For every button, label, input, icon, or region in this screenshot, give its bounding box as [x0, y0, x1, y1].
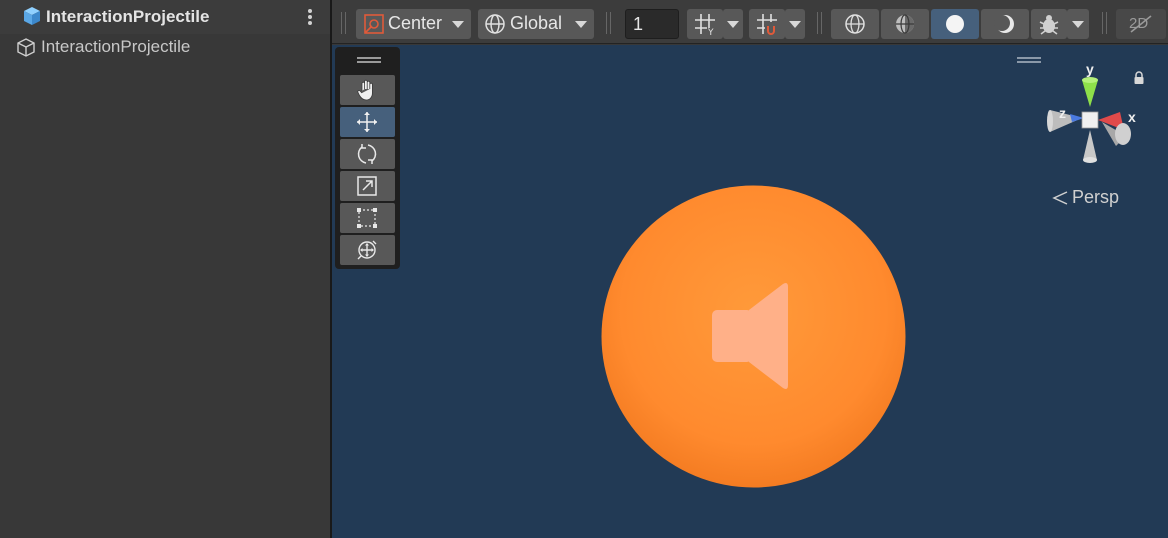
- chevron-down-icon: [575, 21, 587, 28]
- grid-icon: Y: [695, 14, 715, 36]
- unlit-button[interactable]: [981, 9, 1029, 39]
- hand-icon: [357, 79, 373, 101]
- toggle-2d-button[interactable]: 2D: [1116, 9, 1166, 39]
- move-tool-button[interactable]: [340, 107, 395, 137]
- rect-tool-button[interactable]: [340, 203, 395, 233]
- hierarchy-title: InteractionProjectile: [46, 7, 210, 26]
- more-options-icon[interactable]: [300, 6, 320, 28]
- rotate-icon: [357, 144, 377, 164]
- svg-text:Y: Y: [707, 28, 714, 36]
- debug-draw-mode-dropdown[interactable]: [1067, 9, 1089, 39]
- tool-palette-handle[interactable]: [357, 57, 381, 63]
- gizmo-x-label: x: [1128, 109, 1136, 125]
- unity-editor: InteractionProjectile InteractionProject…: [0, 0, 1168, 538]
- move-arrows-icon: [357, 112, 377, 132]
- rotate-tool-button[interactable]: [340, 139, 395, 169]
- projection-label: Persp: [1072, 187, 1120, 207]
- perspective-icon: [1052, 191, 1068, 205]
- projection-toggle[interactable]: Persp: [1050, 187, 1150, 209]
- hand-tool-button[interactable]: [340, 75, 395, 105]
- scene-toolbar: Center Global 1 Y 2D: [332, 0, 1168, 44]
- shaded-sphere-icon: [946, 15, 964, 33]
- chevron-down-icon: [727, 21, 739, 28]
- gizmo-y-label: y: [1086, 61, 1094, 77]
- chevron-down-icon: [452, 21, 464, 28]
- hierarchy-panel: InteractionProjectile InteractionProject…: [0, 0, 330, 538]
- toolbar-grip[interactable]: [1102, 12, 1107, 34]
- space-dropdown[interactable]: Global: [478, 9, 594, 39]
- scene-viewport[interactable]: y z x Persp: [332, 45, 1168, 538]
- pivot-center-icon: [364, 14, 384, 34]
- grid-dropdown[interactable]: [723, 9, 743, 39]
- gameobject-cube-icon: [17, 38, 35, 57]
- debug-draw-mode-button[interactable]: [1031, 9, 1067, 39]
- scale-icon: [357, 176, 377, 196]
- gizmo-z-label: z: [1059, 105, 1066, 121]
- chevron-down-icon: [1072, 21, 1084, 28]
- prefab-cube-icon: [24, 7, 40, 25]
- grid-size-value: 1: [633, 14, 644, 34]
- strikethrough-icon: [1130, 15, 1152, 33]
- grid-snap-icon: [757, 14, 777, 35]
- shaded-button[interactable]: [931, 9, 979, 39]
- rect-transform-icon: [357, 208, 377, 228]
- pivot-label: Center: [388, 13, 443, 33]
- bug-icon: [1039, 15, 1059, 35]
- chevron-down-icon: [789, 21, 801, 28]
- projectile-sphere[interactable]: [601, 185, 906, 488]
- shaded-wireframe-button[interactable]: [881, 9, 929, 39]
- unlit-sphere-icon: [994, 15, 1014, 33]
- scale-tool-button[interactable]: [340, 171, 395, 201]
- grid-size-field[interactable]: 1: [625, 9, 679, 39]
- wireframe-shading-button[interactable]: [831, 9, 879, 39]
- toolbar-grip[interactable]: [817, 12, 822, 34]
- transform-icon: [357, 240, 377, 260]
- pivot-dropdown[interactable]: Center: [356, 9, 471, 39]
- wireframe-sphere-icon: [845, 14, 865, 34]
- toolbar-grip[interactable]: [341, 12, 346, 34]
- hierarchy-item-label: InteractionProjectile: [41, 37, 191, 56]
- snap-button[interactable]: [749, 9, 785, 39]
- space-label: Global: [510, 13, 563, 33]
- grid-visibility-button[interactable]: Y: [687, 9, 723, 39]
- hierarchy-item[interactable]: InteractionProjectile: [0, 34, 330, 60]
- shaded-wireframe-sphere-icon: [896, 14, 914, 34]
- lock-icon[interactable]: [1132, 71, 1146, 85]
- globe-icon: [485, 14, 505, 34]
- transform-tool-button[interactable]: [340, 235, 395, 265]
- snap-dropdown[interactable]: [785, 9, 805, 39]
- hierarchy-header: InteractionProjectile: [0, 0, 330, 34]
- toolbar-grip[interactable]: [606, 12, 611, 34]
- tool-palette: [335, 47, 400, 269]
